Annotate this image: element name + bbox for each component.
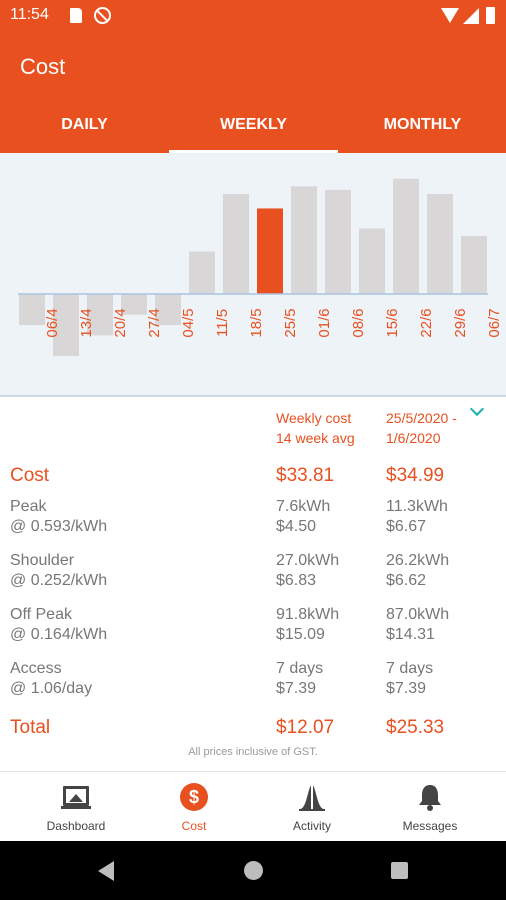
chart-tick-label-6: 18/5: [248, 308, 265, 337]
sd-card-icon: [70, 8, 82, 23]
shoulder-col1-usage: 27.0kWh: [276, 552, 340, 569]
peak-col1-usage: 7.6kWh: [276, 498, 331, 515]
app-bar: Cost DAILY WEEKLY MONTHLY: [0, 32, 506, 153]
access-label: Access: [10, 660, 62, 677]
weekly-cost-chart: 06/4 13/4 20/4 27/4 04/5 11/5 18/5 25/5 01/6 08/6…: [0, 153, 506, 397]
wifi-icon: [441, 8, 459, 23]
chart-bar-7[interactable]: [257, 208, 283, 294]
chart-bar-12[interactable]: [427, 193, 453, 294]
total-label: Total: [10, 717, 51, 738]
total-col1-value: $12.07: [276, 717, 335, 738]
chart-bar-5[interactable]: [189, 251, 215, 294]
nav-activity-label: Activity: [292, 819, 331, 833]
dollar-icon: $: [180, 783, 208, 811]
shoulder-col2-usage: 26.2kWh: [386, 552, 450, 569]
chart-bar-0[interactable]: [19, 294, 45, 326]
chart-tick-label-4: 04/5: [180, 308, 197, 337]
access-col2-cost: $7.39: [386, 680, 427, 697]
status-time: 11:54: [10, 6, 49, 23]
access-col2-usage: 7 days: [386, 660, 434, 677]
bottom-navigation: Dashboard $ Cost Activity Messages: [0, 771, 506, 841]
battery-icon: [486, 7, 495, 24]
chart-tick-label-11: 22/6: [418, 308, 435, 337]
off-peak-rate: @ 0.164/kWh: [10, 626, 108, 643]
chart-tick-label-10: 15/6: [384, 308, 401, 337]
peak-rate: @ 0.593/kWh: [10, 518, 108, 535]
chart-bar-8[interactable]: [291, 186, 317, 294]
access-rate: @ 1.06/day: [10, 680, 93, 697]
off-peak-col1-usage: 91.8kWh: [276, 606, 340, 623]
bell-icon: [419, 785, 441, 811]
off-peak-label: Off Peak: [10, 606, 72, 623]
col2-header-line1[interactable]: 25/5/2020 -: [386, 408, 457, 428]
access-col1-cost: $7.39: [276, 680, 317, 697]
tab-monthly[interactable]: MONTHLY: [338, 105, 506, 153]
cost-label: Cost: [10, 465, 50, 486]
recent-apps-icon[interactable]: [391, 862, 408, 879]
tab-daily[interactable]: DAILY: [0, 105, 169, 153]
shoulder-label: Shoulder: [10, 552, 75, 569]
off-peak-col2-cost: $14.31: [386, 626, 435, 643]
period-tabs: DAILY WEEKLY MONTHLY: [0, 105, 506, 153]
status-bar: 11:54: [0, 0, 506, 32]
col1-header-line1: Weekly cost: [276, 410, 352, 426]
chart-bar-10[interactable]: [359, 228, 385, 294]
nav-activity[interactable]: Activity: [249, 772, 375, 842]
dashboard-icon: [61, 786, 91, 809]
nav-cost[interactable]: $ Cost: [131, 772, 257, 842]
shoulder-col1-cost: $6.83: [276, 572, 317, 589]
tab-weekly[interactable]: WEEKLY: [169, 105, 338, 153]
chart-tick-label-7: 25/5: [282, 308, 299, 337]
svg-text:$: $: [189, 787, 199, 807]
activity-icon: [299, 785, 325, 811]
chart-bar-13[interactable]: [461, 236, 487, 294]
col1-header-line2: 14 week avg: [276, 430, 355, 446]
cost-col2-value: $34.99: [386, 465, 445, 486]
signal-icon: [463, 8, 479, 24]
peak-col2-cost: $6.67: [386, 518, 427, 535]
shoulder-rate: @ 0.252/kWh: [10, 572, 108, 589]
off-peak-col2-usage: 87.0kWh: [386, 606, 450, 623]
chart-tick-label-0: 06/4: [44, 308, 61, 337]
col2-header-line2[interactable]: 1/6/2020: [386, 428, 441, 448]
chart-svg: 06/4 13/4 20/4 27/4 04/5 11/5 18/5 25/5 01/6 08/6…: [18, 178, 503, 357]
chart-bar-6[interactable]: [223, 193, 249, 294]
chart-tick-label-9: 08/6: [350, 308, 367, 337]
nav-dashboard-label: Dashboard: [46, 819, 106, 833]
nav-messages[interactable]: Messages: [367, 772, 493, 842]
nav-messages-label: Messages: [402, 819, 458, 833]
access-col1-usage: 7 days: [276, 660, 324, 677]
peak-col1-cost: $4.50: [276, 518, 317, 535]
chart-tick-label-3: 27/4: [146, 308, 163, 337]
system-navigation-bar: [0, 841, 506, 900]
back-icon[interactable]: [98, 861, 114, 881]
chart-tick-label-13: 06/7: [486, 308, 503, 337]
home-icon[interactable]: [244, 861, 263, 880]
chart-bar-9[interactable]: [325, 189, 351, 294]
off-peak-col1-cost: $15.09: [276, 626, 325, 643]
shoulder-col2-cost: $6.62: [386, 572, 427, 589]
do-not-disturb-icon: [94, 7, 111, 24]
chart-tick-label-8: 01/6: [316, 308, 333, 337]
chart-tick-label-12: 29/6: [452, 308, 469, 337]
gst-footnote: All prices inclusive of GST.: [188, 746, 318, 758]
nav-cost-label: Cost: [181, 819, 207, 833]
cost-col1-value: $33.81: [276, 465, 335, 486]
peak-col2-usage: 11.3kWh: [386, 498, 448, 515]
chart-tick-label-5: 11/5: [214, 309, 231, 337]
peak-label: Peak: [10, 498, 47, 515]
chart-tick-label-1: 13/4: [78, 308, 95, 337]
nav-dashboard[interactable]: Dashboard: [13, 772, 139, 842]
chart-bar-11[interactable]: [393, 178, 419, 294]
chart-tick-label-2: 20/4: [112, 308, 129, 337]
page-title: Cost: [20, 54, 66, 79]
total-col2-value: $25.33: [386, 717, 445, 738]
